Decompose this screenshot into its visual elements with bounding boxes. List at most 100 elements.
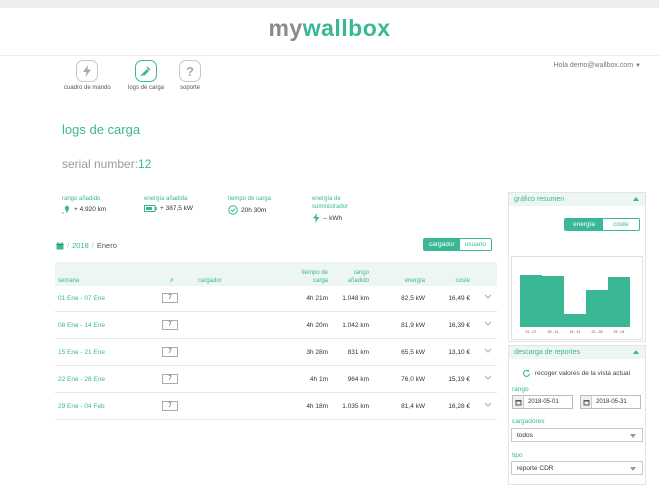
toggle-energia[interactable]: energía xyxy=(565,219,604,230)
chart-tick-label: 22 - 28 xyxy=(591,330,603,334)
chart-bar[interactable] xyxy=(586,289,608,327)
reports-panel-title: descarga de reportes xyxy=(514,349,581,356)
table-row[interactable]: 15 Ene - 21 Ene 7 3h 28m 831 km 65,5 kW 13,10… xyxy=(55,340,497,366)
serial-number: serial number:12 xyxy=(62,157,151,171)
cell-tiempo: 4h 21m xyxy=(306,295,328,302)
stat-supplier-value: -- kWh xyxy=(323,214,343,222)
calendar-icon[interactable] xyxy=(513,396,524,408)
stat-energy-title: energía añadida xyxy=(144,196,188,202)
clock-check-icon xyxy=(228,205,238,215)
chevron-down-icon xyxy=(630,467,636,471)
cell-semana[interactable]: 15 Ene - 21 Ene xyxy=(58,349,105,356)
reports-panel-header[interactable]: descarga de reportes xyxy=(509,346,645,359)
cell-tiempo: 4h 20m xyxy=(306,322,328,329)
nav-logs-de-carga[interactable]: logs de carga xyxy=(128,60,164,91)
chart-bar[interactable] xyxy=(564,314,586,327)
header-tiempo[interactable]: tiempo de carga xyxy=(302,269,328,285)
header-num[interactable]: # xyxy=(170,277,173,285)
cell-tiempo: 4h 18m xyxy=(306,403,328,410)
chevron-down-icon[interactable] xyxy=(484,402,492,408)
chart-bar[interactable] xyxy=(542,276,564,327)
type-select-value: reporte CDR xyxy=(517,465,554,472)
cell-semana[interactable]: 22 Ene - 28 Ene xyxy=(58,376,105,383)
summary-panel-header[interactable]: gráfico resumen xyxy=(509,193,645,206)
stat-energy-value: + 387,5 kW xyxy=(160,205,194,212)
header-energia[interactable]: energía xyxy=(405,277,425,285)
calendar-glyph xyxy=(583,399,589,405)
chart-bar[interactable] xyxy=(520,274,542,327)
cell-rango: 1.042 km xyxy=(342,322,369,329)
cell-energia: 81,9 kW xyxy=(401,322,425,329)
chevron-down-icon[interactable] xyxy=(484,375,492,381)
cell-rango: 831 km xyxy=(347,349,369,356)
user-menu[interactable]: Hola demo@wallbox.com ▼ xyxy=(554,62,641,69)
summary-panel-title: gráfico resumen xyxy=(514,196,565,203)
type-select[interactable]: reporte CDR xyxy=(511,461,643,475)
refresh-values-label: recoger valores de la vista actual xyxy=(535,370,631,377)
cell-semana[interactable]: 29 Ene - 04 Feb xyxy=(58,403,105,410)
chart-bar[interactable] xyxy=(608,277,630,327)
bolt-icon xyxy=(313,213,320,223)
header-semana[interactable]: semana xyxy=(58,277,79,285)
cell-semana[interactable]: 01 Ene - 07 Ene xyxy=(58,295,105,302)
stat-range-title: rango añadido xyxy=(62,196,101,202)
cell-semana[interactable]: 08 Ene - 14 Ene xyxy=(58,322,105,329)
brand-logo[interactable]: mywallbox xyxy=(0,15,659,42)
location-pin-icon xyxy=(62,205,70,214)
chevron-down-icon[interactable] xyxy=(484,294,492,300)
collapse-up-icon[interactable] xyxy=(633,350,639,354)
cell-num-badge: 7 xyxy=(162,374,178,384)
bolt-icon xyxy=(83,65,92,77)
nav-logs-de-carga-button[interactable] xyxy=(135,60,158,82)
cell-coste: 16,28 € xyxy=(448,403,470,410)
calendar-icon[interactable] xyxy=(581,396,592,408)
nav-soporte[interactable]: ? soporte xyxy=(179,60,201,91)
table-row[interactable]: 29 Ene - 04 Feb 7 4h 18m 1.035 km 81,4 kW 16,… xyxy=(55,394,497,420)
nav-soporte-button[interactable]: ? xyxy=(179,60,201,82)
stat-time-title: tiempo de carga xyxy=(228,196,272,202)
chargers-label: cargadores xyxy=(512,418,545,425)
question-icon: ? xyxy=(186,63,194,79)
header-rango[interactable]: rango añadido xyxy=(348,269,369,285)
calendar-icon[interactable] xyxy=(56,241,64,250)
header-cargador[interactable]: cargador xyxy=(198,277,222,285)
date-from-field[interactable]: 2018-05-01 xyxy=(512,395,573,409)
summary-chart: 01 - 07 08 - 14 15 - 21 22 - 28 29 - 04 xyxy=(511,256,643,340)
cell-num-badge: 7 xyxy=(162,347,178,357)
stat-supplier-title-2: suministrador xyxy=(312,204,349,210)
nav-cuadro-de-mando[interactable]: cuadro de mando xyxy=(64,60,111,91)
table-row[interactable]: 22 Ene - 28 Ene 7 4h 1m 964 km 76,0 kW 15,19 … xyxy=(55,367,497,393)
refresh-values-link[interactable]: recoger valores de la vista actual xyxy=(522,369,630,378)
header-divider xyxy=(0,55,659,56)
chart-tick-label: 01 - 07 xyxy=(525,330,537,334)
header-tiempo-line1: tiempo de xyxy=(301,270,328,276)
summary-toggle: energía coste xyxy=(564,218,640,231)
nav-label: logs de carga xyxy=(128,85,165,91)
stat-supplier-value-row: -- kWh xyxy=(312,213,348,223)
cell-num-badge: 7 xyxy=(162,293,178,303)
nav-cuadro-de-mando-button[interactable] xyxy=(76,60,99,82)
refresh-icon xyxy=(522,369,531,377)
toggle-usuario[interactable]: usuario xyxy=(459,239,491,250)
breadcrumb-year[interactable]: 2018 xyxy=(72,241,89,250)
header-coste[interactable]: coste xyxy=(456,277,470,285)
chargers-select[interactable]: todos xyxy=(511,428,643,442)
table-row[interactable]: 01 Ene - 07 Ene 7 4h 21m 1.048 km 82,5 kW 16,… xyxy=(55,286,497,312)
serial-value: 12 xyxy=(138,157,152,171)
toggle-coste[interactable]: coste xyxy=(603,219,639,230)
date-to-field[interactable]: 2018-05-31 xyxy=(580,395,641,409)
header-rango-line1: rango xyxy=(353,270,369,276)
chevron-down-icon[interactable] xyxy=(484,348,492,354)
header-rango-line2: añadido xyxy=(347,278,369,284)
collapse-up-icon[interactable] xyxy=(633,197,639,201)
stat-range: rango añadido + 4.920 km xyxy=(62,195,106,214)
stat-energy: energía añadida + 387,5 kW xyxy=(144,195,193,212)
top-strip xyxy=(0,0,659,8)
stat-range-value-row: + 4.920 km xyxy=(62,205,106,214)
chevron-down-icon[interactable] xyxy=(484,321,492,327)
cell-coste: 13,10 € xyxy=(448,349,470,356)
table-row[interactable]: 08 Ene - 14 Ene 7 4h 20m 1.042 km 81,9 kW 16,… xyxy=(55,313,497,339)
toggle-cargador[interactable]: cargador xyxy=(424,239,460,250)
serial-label: serial number: xyxy=(62,157,139,171)
chevron-down-icon xyxy=(630,434,636,438)
